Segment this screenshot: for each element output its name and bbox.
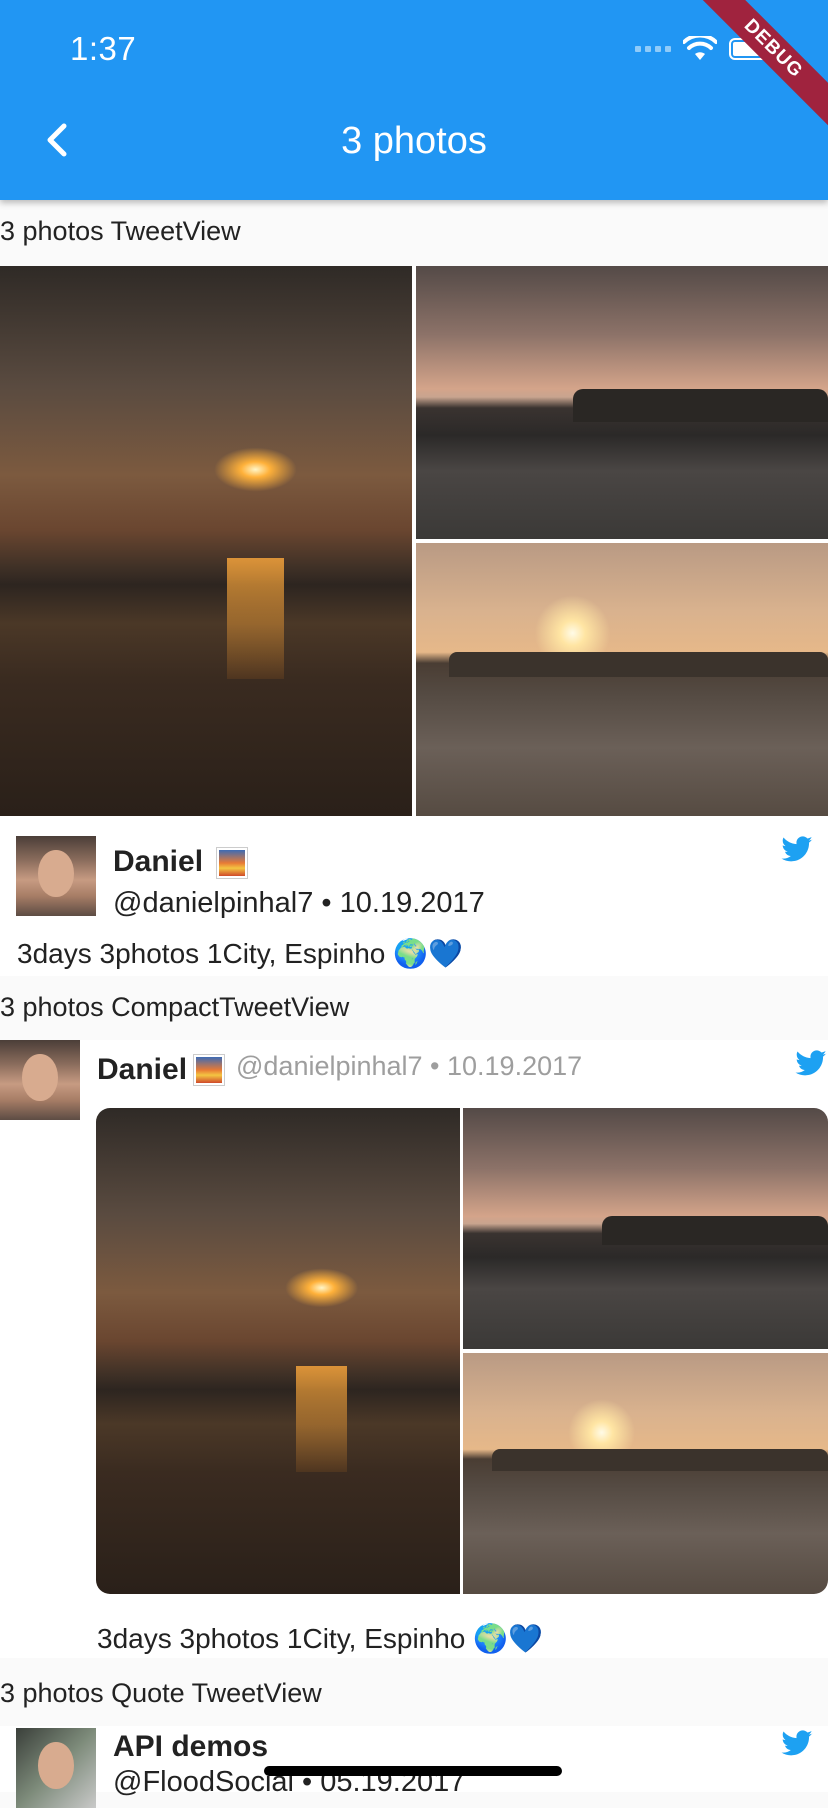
sunset-emoji-icon bbox=[217, 848, 247, 878]
avatar[interactable] bbox=[16, 1728, 96, 1808]
home-indicator[interactable] bbox=[264, 1766, 562, 1776]
section-label-quote: 3 photos Quote TweetView bbox=[0, 1678, 322, 1708]
tweet-photo-2[interactable] bbox=[416, 266, 828, 539]
twitter-bird-icon[interactable] bbox=[780, 836, 814, 864]
wifi-icon bbox=[683, 36, 717, 60]
section-label-tweetview: 3 photos TweetView bbox=[0, 216, 241, 246]
status-time: 1:37 bbox=[70, 30, 137, 67]
avatar[interactable] bbox=[0, 1040, 80, 1120]
author-name[interactable]: Daniel bbox=[113, 845, 203, 879]
compact-photo-3[interactable] bbox=[463, 1353, 828, 1594]
quote-author-name[interactable]: API demos bbox=[113, 1730, 268, 1764]
page-title: 3 photos bbox=[341, 120, 487, 162]
app-bar: 1:37 DEBUG 3 photos bbox=[0, 0, 828, 200]
cellular-signal-icon bbox=[635, 46, 671, 52]
avatar[interactable] bbox=[16, 836, 96, 916]
debug-banner: DEBUG bbox=[695, 0, 828, 127]
section-label-compact: 3 photos CompactTweetView bbox=[0, 992, 350, 1022]
compact-photo-1[interactable] bbox=[96, 1108, 460, 1594]
sunset-emoji-icon bbox=[194, 1055, 224, 1085]
author-name[interactable]: Daniel bbox=[97, 1053, 187, 1087]
author-handle-date[interactable]: @danielpinhal7 • 10.19.2017 bbox=[113, 887, 485, 920]
twitter-bird-icon[interactable] bbox=[780, 1730, 814, 1758]
tweet-text: 3days 3photos 1City, Espinho 🌍💙 bbox=[17, 938, 463, 969]
tweet-photo-1[interactable] bbox=[0, 266, 412, 816]
tweet-photo-3[interactable] bbox=[416, 543, 828, 816]
compact-photo-2[interactable] bbox=[463, 1108, 828, 1349]
twitter-bird-icon[interactable] bbox=[794, 1050, 828, 1078]
tweet-text: 3days 3photos 1City, Espinho 🌍💙 bbox=[97, 1623, 543, 1654]
author-handle-date[interactable]: @danielpinhal7 • 10.19.2017 bbox=[236, 1051, 582, 1082]
